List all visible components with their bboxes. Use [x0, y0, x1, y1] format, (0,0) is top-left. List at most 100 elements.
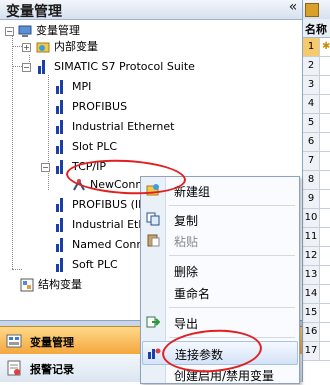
row-number[interactable]: 1: [303, 38, 320, 56]
tree-node-label: 结构变量: [38, 278, 82, 291]
row-number[interactable]: 17: [303, 342, 320, 360]
tree-node-label: 内部变量: [54, 40, 98, 53]
row-number[interactable]: 7: [303, 152, 320, 170]
row-number[interactable]: 2: [303, 57, 320, 75]
tree-node-label: MPI: [72, 80, 92, 93]
name-cell[interactable]: [320, 76, 330, 94]
struct-tags-icon: [20, 278, 34, 292]
tree-node-label: Slot PLC: [72, 140, 118, 153]
table-row[interactable]: 2: [303, 57, 330, 76]
collapse-expander-icon[interactable]: −: [5, 27, 14, 36]
row-number[interactable]: 13: [303, 266, 320, 284]
name-cell[interactable]: [320, 228, 330, 246]
name-cell[interactable]: [320, 266, 330, 284]
table-row[interactable]: 1 ✱: [303, 38, 330, 57]
table-row[interactable]: 4: [303, 95, 330, 114]
row-number[interactable]: 8: [303, 171, 320, 189]
row-number[interactable]: 5: [303, 114, 320, 132]
pane-title: 变量管理: [6, 4, 62, 20]
name-cell[interactable]: [320, 133, 330, 151]
table-row[interactable]: 12: [303, 247, 330, 266]
tree-node-label: Industrial Eth: [72, 218, 146, 231]
tree-node-protocol-suite[interactable]: − SIMATIC S7 Protocol Suite: [0, 57, 260, 77]
name-cell[interactable]: [320, 114, 330, 132]
menu-item-paste[interactable]: 粘贴: [141, 229, 299, 251]
copy-icon: [146, 212, 160, 226]
channel-icon: [56, 140, 66, 154]
row-number[interactable]: 16: [303, 323, 320, 341]
name-cell[interactable]: [320, 171, 330, 189]
driver-icon: [38, 60, 48, 74]
tree-node-label: Soft PLC: [72, 258, 118, 271]
table-row[interactable]: 16: [303, 323, 330, 342]
row-number[interactable]: 11: [303, 228, 320, 246]
tree-node-profibus[interactable]: PROFIBUS: [0, 97, 200, 117]
name-cell[interactable]: [320, 285, 330, 303]
tag-management-icon: [6, 333, 22, 349]
menu-separator: [169, 255, 295, 256]
table-row[interactable]: 10: [303, 209, 330, 228]
table-icon: [305, 3, 319, 17]
nav-label: 报警记录: [30, 363, 74, 376]
paste-icon: [146, 233, 160, 247]
collapse-expander-icon[interactable]: −: [22, 63, 31, 72]
table-row[interactable]: 9: [303, 190, 330, 209]
row-number[interactable]: 6: [303, 133, 320, 151]
name-cell[interactable]: [320, 152, 330, 170]
expand-expander-icon[interactable]: +: [22, 43, 31, 52]
row-number[interactable]: 9: [303, 190, 320, 208]
channel-icon: [56, 160, 66, 174]
row-number[interactable]: 15: [303, 304, 320, 322]
channel-icon: [56, 120, 66, 134]
channel-icon: [56, 218, 66, 232]
table-row[interactable]: 3: [303, 76, 330, 95]
channel-icon: [56, 238, 66, 252]
name-cell[interactable]: [320, 209, 330, 227]
table-row[interactable]: 7: [303, 152, 330, 171]
name-cell[interactable]: ✱: [320, 38, 330, 56]
tree-node-internal-tags[interactable]: + 内部变量: [0, 37, 200, 57]
name-cell[interactable]: [320, 323, 330, 341]
column-header-name[interactable]: 名称: [303, 19, 330, 38]
channel-icon: [56, 80, 66, 94]
channel-icon: [56, 198, 66, 212]
name-cell[interactable]: [320, 57, 330, 75]
tree-node-industrial-ethernet[interactable]: Industrial Ethernet: [0, 117, 200, 137]
table-row[interactable]: 5: [303, 114, 330, 133]
row-number[interactable]: 12: [303, 247, 320, 265]
name-cell[interactable]: [320, 190, 330, 208]
table-row[interactable]: 15: [303, 304, 330, 323]
table-row[interactable]: 14: [303, 285, 330, 304]
name-cell[interactable]: [320, 342, 330, 360]
table-row[interactable]: 11: [303, 228, 330, 247]
table-row[interactable]: 13: [303, 266, 330, 285]
tree-node-label: SIMATIC S7 Protocol Suite: [54, 60, 195, 73]
row-number[interactable]: 4: [303, 95, 320, 113]
row-number[interactable]: 10: [303, 209, 320, 227]
tree-node-label: Industrial Ethernet: [72, 120, 175, 133]
tree-node-label: PROFIBUS (II): [72, 198, 146, 211]
tree-node-label: PROFIBUS: [72, 100, 128, 113]
channel-icon: [56, 100, 66, 114]
collapse-expander-icon[interactable]: −: [41, 163, 50, 172]
name-cell[interactable]: [320, 304, 330, 322]
table-row[interactable]: 8: [303, 171, 330, 190]
new-row-marker-icon: ✱: [322, 41, 330, 52]
name-cell[interactable]: [320, 95, 330, 113]
tree-node-mpi[interactable]: MPI: [0, 77, 200, 97]
row-number[interactable]: 14: [303, 285, 320, 303]
pane-header: 变量管理 «: [0, 0, 302, 20]
computer-icon: [18, 24, 32, 38]
alarm-logging-icon: [6, 360, 22, 376]
name-cell[interactable]: [320, 247, 330, 265]
menu-item-copy[interactable]: 复制: [141, 208, 299, 230]
menu-item-delete[interactable]: 删除: [141, 259, 299, 281]
row-number[interactable]: 3: [303, 76, 320, 94]
table-row[interactable]: 6: [303, 133, 330, 152]
export-icon: [146, 315, 161, 329]
collapse-pane-button[interactable]: «: [286, 0, 300, 17]
menu-item-rename[interactable]: 重命名: [141, 281, 299, 303]
tags-folder-icon: [36, 40, 50, 54]
tree-node-slot-plc[interactable]: Slot PLC: [0, 137, 200, 157]
table-row[interactable]: 17: [303, 342, 330, 361]
